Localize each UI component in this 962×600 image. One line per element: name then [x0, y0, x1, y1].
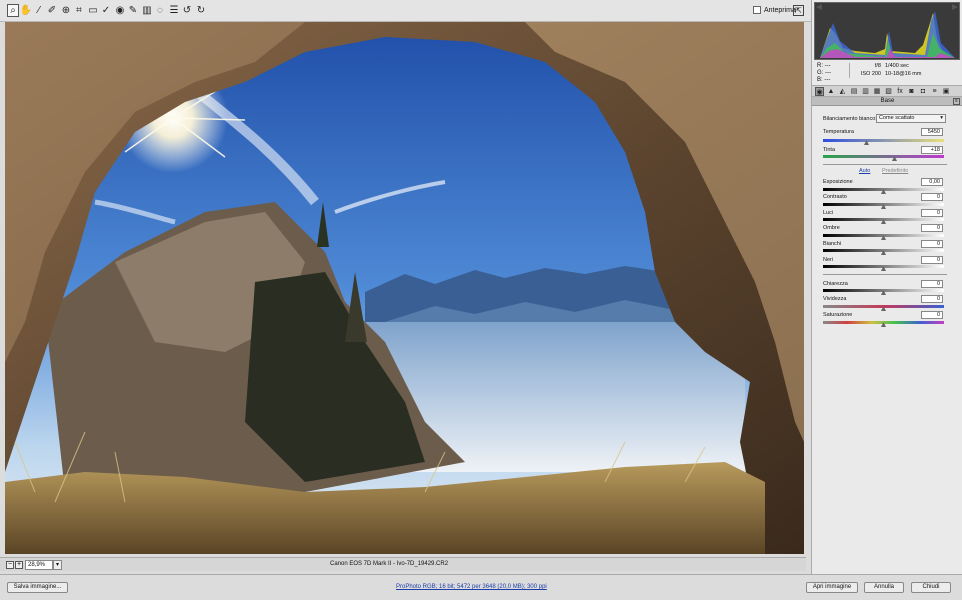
temperature-field[interactable]: 5450 — [921, 128, 943, 136]
saturation-field[interactable]: 0 — [921, 311, 943, 319]
exposure-label: Esposizione — [823, 179, 853, 185]
temperature-slider[interactable] — [823, 139, 944, 142]
panel-options-icon[interactable]: ▣ — [942, 87, 951, 96]
preview-checkbox[interactable] — [753, 6, 761, 14]
presets-tab-icon[interactable]: ◘ — [919, 87, 928, 96]
panel-menu-icon[interactable]: ≡ — [953, 98, 960, 105]
zoom-in-button[interactable]: + — [15, 561, 23, 569]
contrast-label: Contrasto — [823, 194, 847, 200]
exif-info: f/8 1/400 sec ISO 200 10-18@16 mm — [849, 63, 921, 78]
snapshots-tab-icon[interactable]: ≡ — [930, 87, 939, 96]
open-image-button[interactable]: Apri immagine — [806, 582, 858, 593]
fullscreen-icon[interactable]: ⇱ — [793, 5, 804, 16]
lens: 10-18@16 mm — [885, 70, 922, 77]
shutter-speed: 1/400 sec — [885, 63, 909, 69]
targeted-adjust-icon[interactable]: ⊕ — [60, 4, 72, 17]
tint-label: Tinta — [823, 147, 836, 153]
tone-curve-tab-icon[interactable]: ▲ — [827, 87, 836, 96]
done-button[interactable]: Chiudi — [911, 582, 951, 593]
photo-cave-arch — [5, 22, 804, 554]
red-eye-icon[interactable]: ◉ — [114, 4, 126, 17]
temperature-label: Temperatura — [823, 129, 854, 135]
hand-icon[interactable]: ✋ — [20, 4, 32, 17]
zoom-dropdown[interactable]: ▾ — [53, 560, 62, 570]
vibrance-field[interactable]: 0 — [921, 295, 943, 303]
r-label: R: — [817, 63, 823, 69]
exposure-field[interactable]: 0,00 — [921, 178, 943, 186]
default-link[interactable]: Predefinito — [882, 168, 908, 174]
zoom-icon[interactable]: ⌕ — [7, 4, 19, 17]
g-value: --- — [825, 70, 832, 76]
panel-tabs: ◉ ▲ ◭ ▤ ▥ ▦ ▧ fx ◙ ◘ ≡ ▣ — [812, 85, 962, 97]
graduated-filter-icon[interactable]: ▥ — [141, 4, 153, 17]
preview-toggle[interactable]: Anteprima — [753, 6, 796, 14]
auto-link[interactable]: Auto — [859, 168, 870, 174]
whites-label: Bianchi — [823, 241, 842, 247]
blacks-label: Neri — [823, 257, 834, 263]
detail-tab-icon[interactable]: ◭ — [838, 87, 847, 96]
shadows-label: Ombre — [823, 225, 840, 231]
split-toning-tab-icon[interactable]: ▥ — [861, 87, 870, 96]
save-image-button[interactable]: Salva immagine... — [7, 582, 68, 593]
lens-tab-icon[interactable]: ▦ — [873, 87, 882, 96]
color-sampler-icon[interactable]: ✐ — [46, 4, 58, 17]
preferences-icon[interactable]: ☰ — [168, 4, 180, 17]
histogram — [814, 2, 960, 60]
cancel-button[interactable]: Annulla — [864, 582, 904, 593]
rotate-right-icon[interactable]: ↻ — [195, 4, 207, 17]
b-value: --- — [824, 77, 831, 83]
chevron-down-icon: ▾ — [940, 115, 943, 121]
clarity-field[interactable]: 0 — [921, 280, 943, 288]
zoom-out-button[interactable]: − — [6, 561, 14, 569]
highlights-label: Luci — [823, 210, 834, 216]
white-balance-select[interactable]: Come scattato ▾ — [876, 114, 946, 123]
rgb-readout: R: --- G: --- B: --- — [817, 63, 831, 84]
b-label: B: — [817, 77, 823, 83]
contrast-field[interactable]: 0 — [921, 193, 943, 201]
transform-tab-icon[interactable]: ▧ — [884, 87, 893, 96]
crop-icon[interactable]: ⌗ — [73, 4, 85, 17]
footer: Salva immagine... ProPhoto RGB; 16 bit; … — [0, 574, 962, 600]
effects-tab-icon[interactable]: fx — [896, 87, 905, 96]
g-label: G: — [817, 70, 824, 76]
vibrance-label: Vividezza — [823, 296, 847, 302]
hsl-tab-icon[interactable]: ▤ — [850, 87, 859, 96]
blacks-field[interactable]: 0 — [921, 256, 943, 264]
status-bar: − + 28,9% ▾ Canon EOS 7D Mark II - Ivo-7… — [0, 557, 806, 571]
basic-tab-icon[interactable]: ◉ — [815, 87, 824, 96]
r-value: --- — [824, 63, 831, 69]
clarity-label: Chiarezza — [823, 281, 848, 287]
zoom-level-field[interactable]: 28,9% — [25, 560, 53, 570]
white-balance-value: Come scattato — [879, 115, 915, 121]
divider — [823, 164, 947, 165]
adjustment-brush-icon[interactable]: ✎ — [127, 4, 139, 17]
preview-label: Anteprima — [764, 6, 796, 14]
divider — [823, 274, 947, 275]
saturation-label: Saturazione — [823, 312, 853, 318]
straighten-icon[interactable]: ▭ — [87, 4, 99, 17]
white-balance-icon[interactable]: ⁄ — [33, 4, 45, 17]
image-preview[interactable] — [5, 22, 804, 554]
whites-field[interactable]: 0 — [921, 240, 943, 248]
radial-filter-icon[interactable]: ◌ — [154, 4, 166, 17]
rotate-left-icon[interactable]: ↺ — [181, 4, 193, 17]
section-title: Base ≡ — [812, 97, 962, 106]
camera-calibration-tab-icon[interactable]: ◙ — [907, 87, 916, 96]
histogram-graph — [820, 11, 955, 58]
adjustment-panel: R: --- G: --- B: --- f/8 1/400 sec ISO 20… — [811, 0, 962, 574]
tint-field[interactable]: +18 — [921, 146, 943, 154]
section-title-text: Base — [880, 98, 895, 104]
white-balance-label: Bilanciamento bianco: — [823, 116, 877, 122]
shadows-field[interactable]: 0 — [921, 224, 943, 232]
iso: ISO 200 — [860, 70, 881, 77]
aperture: f/8 — [874, 63, 881, 69]
workflow-options-link[interactable]: ProPhoto RGB; 16 bit; 5472 per 3648 (20,… — [396, 584, 547, 590]
file-name: Canon EOS 7D Mark II - Ivo-7D_19429.CR2 — [330, 561, 449, 567]
tint-slider[interactable] — [823, 155, 944, 158]
highlights-field[interactable]: 0 — [921, 209, 943, 217]
spot-removal-icon[interactable]: ✓ — [100, 4, 112, 17]
